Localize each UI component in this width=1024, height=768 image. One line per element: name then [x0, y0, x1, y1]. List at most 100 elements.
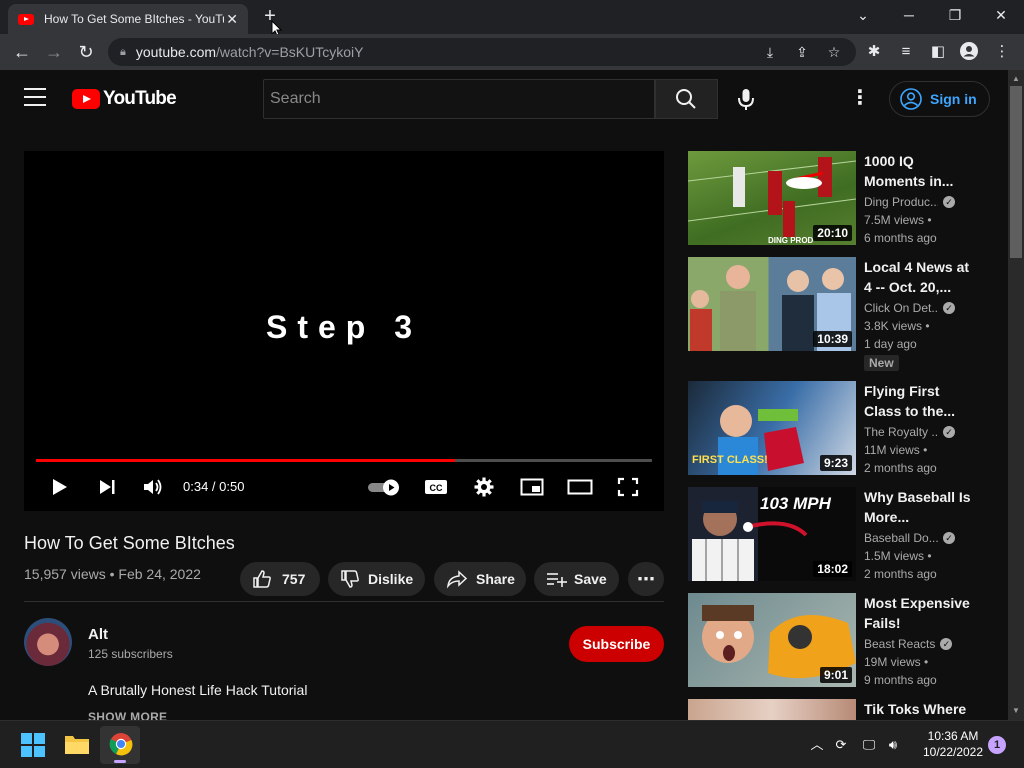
recommendation-item[interactable]: 9:01 Most Expensive Fails! Beast Reacts ✓… — [688, 593, 978, 693]
play-button[interactable] — [46, 473, 72, 501]
recommendation-title[interactable]: Most Expensive Fails! — [864, 593, 974, 633]
clock-time: 10:36 AM — [927, 729, 979, 743]
side-panel-icon[interactable]: ◧ — [928, 42, 948, 62]
video-thumbnail[interactable]: DING PROD 20:10 — [688, 151, 856, 245]
recommendation-title[interactable]: 1000 IQ Moments in... — [864, 151, 974, 191]
play-icon — [53, 479, 67, 495]
share-button[interactable]: Share — [434, 562, 526, 596]
video-thumbnail[interactable]: 10:39 — [688, 257, 856, 351]
search-button[interactable] — [655, 79, 718, 119]
recommendation-item[interactable]: Tik Toks Where — [688, 699, 978, 720]
video-thumbnail[interactable]: FIRST CLASS! 9:23 — [688, 381, 856, 475]
settings-button[interactable] — [471, 473, 497, 501]
dislike-button[interactable]: Dislike — [328, 562, 425, 596]
tab-close-icon[interactable]: ✕ — [226, 11, 238, 28]
sync-icon[interactable]: ⟳ — [832, 736, 850, 754]
browser-tab[interactable]: How To Get Some BItches - YouTube ✕ — [8, 4, 248, 34]
window-close-button[interactable]: ✕ — [987, 4, 1015, 26]
recommendation-title[interactable]: Tik Toks Where — [864, 699, 978, 719]
youtube-logo-text: YouTube — [103, 88, 177, 109]
volume-tray-icon[interactable]: 🔊︎ — [884, 736, 902, 754]
recommendation-channel[interactable]: Beast Reacts ✓ — [864, 637, 953, 651]
reload-button[interactable]: ↻ — [74, 40, 98, 64]
search-input[interactable] — [263, 79, 655, 119]
share-page-icon[interactable]: ⇪ — [792, 42, 812, 62]
recommendation-item[interactable]: DING PROD 20:10 1000 IQ Moments in... Di… — [688, 151, 978, 251]
media-control-icon[interactable]: ≡ — [896, 42, 916, 62]
scrollbar-thumb[interactable] — [1010, 86, 1022, 258]
like-button[interactable]: 757 — [240, 562, 320, 596]
divider — [24, 601, 664, 602]
captions-button[interactable]: CC — [423, 473, 449, 501]
gear-icon — [474, 477, 494, 497]
install-app-icon[interactable]: ⤓ — [760, 42, 780, 62]
show-hidden-icons-chevron-icon[interactable]: ︿ — [808, 736, 826, 754]
tab-search-icon[interactable]: ⌄ — [849, 4, 877, 26]
recommendation-title[interactable]: Flying First Class to the... — [864, 381, 974, 421]
restore-button[interactable]: ❐ — [941, 4, 969, 26]
voice-search-button[interactable] — [728, 81, 764, 117]
subscribe-button[interactable]: Subscribe — [569, 626, 664, 662]
volume-button[interactable] — [140, 473, 166, 501]
dislike-label: Dislike — [368, 571, 414, 587]
address-bar[interactable]: 🔒︎ youtube.com/watch?v=BsKUTcykoiY — [108, 38, 856, 66]
video-overlay-text: Step 3 — [265, 309, 423, 345]
notification-badge[interactable]: 1 — [988, 736, 1006, 754]
thumbnail-caption: FIRST CLASS! — [692, 454, 768, 466]
share-label: Share — [476, 571, 515, 587]
fullscreen-button[interactable] — [614, 473, 642, 501]
theater-mode-icon — [567, 479, 593, 495]
windows-logo-icon — [21, 733, 45, 757]
next-button[interactable] — [94, 473, 120, 501]
extensions-icon[interactable]: ✱ — [864, 42, 884, 62]
system-clock[interactable]: 10:36 AM 10/22/2022 — [922, 728, 984, 760]
sign-in-button[interactable]: Sign in — [889, 81, 990, 117]
recommendation-channel[interactable]: Click On Det... ✓ — [864, 301, 955, 315]
playlist-add-icon — [547, 573, 567, 587]
channel-avatar[interactable] — [24, 618, 72, 666]
recommendation-title[interactable]: Local 4 News at 4 -- Oct. 20,... — [864, 257, 974, 297]
network-icon[interactable]: 🖵︎ — [860, 736, 878, 754]
recommendation-title[interactable]: Why Baseball Is More... — [864, 487, 974, 527]
scroll-up-arrow-icon[interactable]: ▲ — [1008, 72, 1024, 86]
channel-name[interactable]: Alt — [88, 626, 108, 643]
recommendation-item[interactable]: FIRST CLASS! 9:23 Flying First Class to … — [688, 381, 978, 481]
profile-icon[interactable] — [959, 42, 979, 62]
chrome-taskbar-button[interactable] — [100, 726, 140, 764]
fullscreen-icon — [617, 477, 639, 497]
more-actions-button[interactable]: ⋯ — [628, 562, 664, 596]
svg-text:CC: CC — [430, 483, 443, 493]
account-icon — [900, 88, 922, 110]
miniplayer-button[interactable] — [518, 473, 546, 501]
tab-title: How To Get Some BItches - YouTube — [44, 12, 224, 26]
bookmark-star-icon[interactable]: ☆ — [824, 42, 844, 62]
autoplay-toggle[interactable] — [366, 473, 402, 501]
back-button[interactable]: ← — [10, 40, 34, 64]
thumbnail-caption: DING PROD — [768, 236, 814, 245]
verified-check-icon: ✓ — [943, 196, 955, 208]
video-thumbnail[interactable] — [688, 699, 856, 720]
settings-more-icon[interactable]: ⋮ — [850, 86, 870, 110]
thumbs-down-icon — [341, 570, 359, 588]
thumbnail-caption: 103 MPH — [760, 494, 832, 513]
recommendation-item[interactable]: 103 MPH 18:02 Why Baseball Is More... Ba… — [688, 487, 978, 587]
recommendation-channel[interactable]: The Royalty ... ✓ — [864, 425, 955, 439]
youtube-logo[interactable]: YouTube — [72, 88, 177, 110]
hamburger-menu-icon[interactable] — [24, 88, 46, 106]
file-explorer-button[interactable] — [64, 733, 90, 760]
forward-button[interactable]: → — [42, 40, 66, 64]
browser-menu-icon[interactable]: ⋮ — [992, 42, 1012, 62]
recommendation-channel[interactable]: Ding Produc... ✓ — [864, 195, 955, 209]
theater-mode-button[interactable] — [565, 473, 595, 501]
recommendation-channel[interactable]: Baseball Do... ✓ — [864, 531, 955, 545]
video-thumbnail[interactable]: 103 MPH 18:02 — [688, 487, 856, 581]
start-button[interactable] — [21, 733, 45, 762]
new-badge: New — [864, 355, 899, 371]
minimize-button[interactable]: ─ — [895, 4, 923, 26]
scroll-down-arrow-icon[interactable]: ▼ — [1008, 704, 1024, 718]
video-thumbnail[interactable]: 9:01 — [688, 593, 856, 687]
save-button[interactable]: Save — [534, 562, 619, 596]
progress-bar[interactable] — [36, 459, 652, 462]
video-player[interactable]: Step 3 0:34 / 0:50 CC — [24, 151, 664, 511]
recommendation-item[interactable]: 10:39 Local 4 News at 4 -- Oct. 20,... C… — [688, 257, 978, 375]
